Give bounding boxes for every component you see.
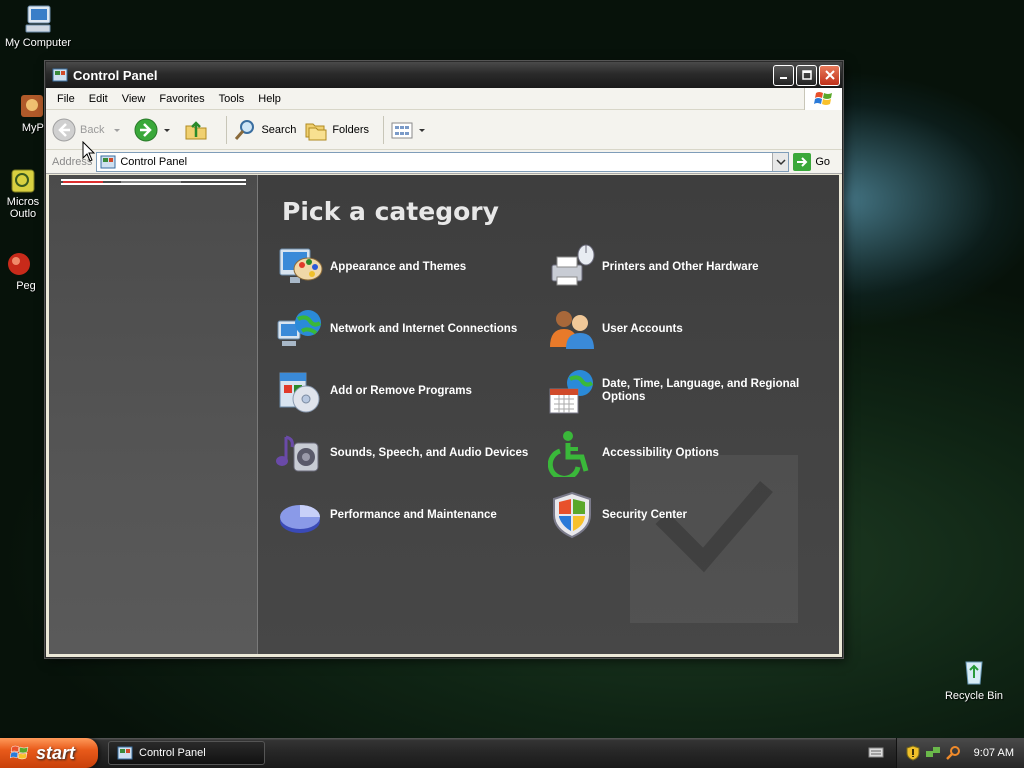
desktop-icon-recycle-bin[interactable]: Recycle Bin bbox=[934, 656, 1014, 702]
clock[interactable]: 9:07 AM bbox=[974, 747, 1014, 759]
category-user-accounts[interactable]: User Accounts bbox=[548, 305, 683, 353]
forward-button[interactable] bbox=[134, 118, 176, 142]
chevron-down-icon bbox=[419, 128, 426, 132]
close-icon bbox=[824, 70, 835, 80]
toolbar: Back Search Folders bbox=[46, 110, 842, 150]
category-performance-maintenance[interactable]: Performance and Maintenance bbox=[276, 491, 497, 539]
control-panel-icon bbox=[52, 68, 68, 82]
menu-file[interactable]: File bbox=[50, 93, 82, 105]
menu-favorites[interactable]: Favorites bbox=[152, 93, 211, 105]
menu-bar: File Edit View Favorites Tools Help bbox=[46, 88, 842, 110]
toolbar-separator bbox=[383, 115, 385, 144]
search-tray-icon[interactable] bbox=[945, 745, 961, 761]
desktop-icon-outlook[interactable]: Micros Outlo bbox=[0, 168, 48, 220]
peg-icon bbox=[8, 253, 30, 275]
chevron-down-icon bbox=[114, 128, 121, 132]
category-network-and-internet[interactable]: Network and Internet Connections bbox=[276, 305, 517, 353]
close-button[interactable] bbox=[819, 64, 840, 86]
network-icon bbox=[277, 310, 322, 346]
category-appearance-and-themes[interactable]: Appearance and Themes bbox=[276, 243, 466, 291]
category-pane: Pick a category Appearance and Themes Ne… bbox=[258, 175, 839, 654]
category-accessibility-options[interactable]: Accessibility Options bbox=[548, 429, 719, 477]
appearance-icon bbox=[279, 248, 323, 283]
category-printers-hardware[interactable]: Printers and Other Hardware bbox=[548, 243, 759, 291]
go-button[interactable]: Go bbox=[793, 152, 830, 171]
folders-icon bbox=[305, 123, 327, 140]
programs-icon bbox=[279, 372, 320, 413]
go-arrow-icon bbox=[793, 152, 812, 171]
taskbar: start Control Panel 9:07 AM bbox=[0, 738, 1024, 768]
printer-icon bbox=[551, 244, 595, 286]
page-title: Pick a category bbox=[282, 197, 499, 226]
taskbar-item-control-panel[interactable]: Control Panel bbox=[108, 741, 265, 765]
address-input[interactable]: Control Panel bbox=[96, 151, 790, 172]
search-icon bbox=[235, 119, 255, 140]
title-bar[interactable]: Control Panel bbox=[46, 62, 842, 88]
window-title: Control Panel bbox=[73, 67, 158, 83]
windows-flag-icon bbox=[10, 745, 29, 760]
category-date-time-language-regional[interactable]: Date, Time, Language, and Regional Optio… bbox=[548, 367, 817, 415]
recycle-bin-icon bbox=[965, 661, 983, 685]
menu-help[interactable]: Help bbox=[251, 93, 288, 105]
menu-tools[interactable]: Tools bbox=[212, 93, 252, 105]
menu-edit[interactable]: Edit bbox=[82, 93, 115, 105]
up-folder-icon bbox=[185, 120, 207, 139]
keyboard-icon[interactable] bbox=[868, 745, 884, 759]
datetime-icon bbox=[549, 370, 594, 414]
shield-icon bbox=[553, 491, 591, 539]
task-pane bbox=[49, 175, 258, 654]
folders-button[interactable]: Folders bbox=[304, 118, 369, 142]
category-security-center[interactable]: Security Center bbox=[548, 491, 687, 539]
views-button[interactable] bbox=[390, 118, 430, 142]
address-bar: Address Control Panel Go bbox=[46, 150, 842, 174]
up-folder-button[interactable] bbox=[184, 118, 212, 142]
chevron-down-icon bbox=[164, 128, 171, 132]
sound-icon bbox=[276, 435, 319, 472]
start-button[interactable]: start bbox=[0, 738, 98, 768]
back-arrow-icon bbox=[52, 118, 76, 141]
mouse-cursor-icon bbox=[82, 141, 96, 162]
maximize-button[interactable] bbox=[796, 64, 817, 86]
views-icon bbox=[391, 122, 413, 138]
users-icon bbox=[550, 311, 594, 349]
accessibility-icon bbox=[548, 431, 589, 477]
computer-icon bbox=[25, 5, 51, 33]
window-content: Pick a category Appearance and Themes Ne… bbox=[49, 175, 839, 654]
back-button[interactable]: Back bbox=[52, 118, 126, 142]
security-shield-tray-icon[interactable] bbox=[905, 745, 921, 761]
network-tray-icon[interactable] bbox=[925, 745, 941, 761]
address-dropdown-button[interactable] bbox=[772, 152, 789, 171]
outlook-icon bbox=[11, 169, 35, 193]
desktop-icon-peg[interactable]: Peg bbox=[0, 250, 44, 292]
pictures-icon bbox=[21, 95, 43, 117]
category-add-remove-programs[interactable]: Add or Remove Programs bbox=[276, 367, 472, 415]
task-pane-header-strip bbox=[61, 179, 246, 185]
category-sounds-speech-audio[interactable]: Sounds, Speech, and Audio Devices bbox=[276, 429, 528, 477]
minimize-button[interactable] bbox=[773, 64, 794, 86]
windows-logo bbox=[804, 88, 842, 110]
system-tray: 9:07 AM bbox=[896, 738, 1024, 768]
control-panel-window[interactable]: Control Panel File Edit View Favorites T… bbox=[45, 61, 843, 658]
chevron-down-icon bbox=[776, 158, 786, 165]
forward-arrow-icon bbox=[134, 118, 158, 141]
toolbar-separator bbox=[226, 115, 228, 144]
control-panel-icon bbox=[117, 746, 133, 760]
control-panel-icon bbox=[100, 155, 116, 168]
minimize-icon bbox=[779, 77, 787, 79]
desktop-icon-my-computer[interactable]: My Computer bbox=[0, 3, 78, 49]
address-value: Control Panel bbox=[120, 155, 188, 168]
search-button[interactable]: Search bbox=[233, 118, 296, 142]
windows-flag-icon bbox=[813, 92, 832, 105]
menu-view[interactable]: View bbox=[115, 93, 153, 105]
maximize-icon bbox=[801, 70, 812, 80]
performance-icon bbox=[280, 505, 320, 533]
